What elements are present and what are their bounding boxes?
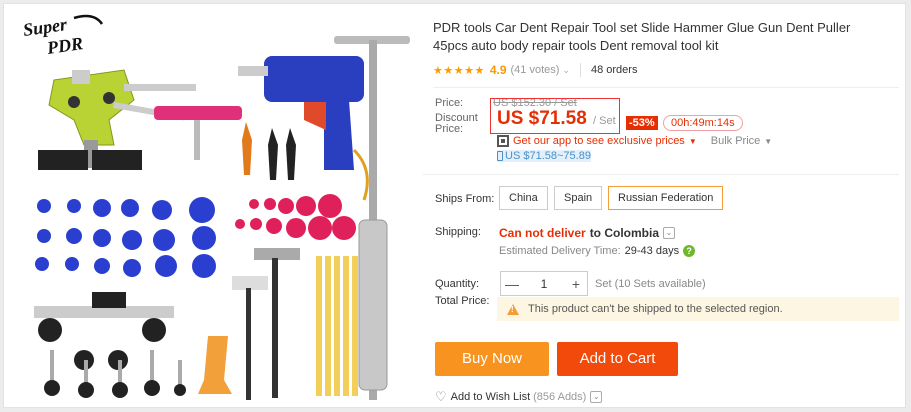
shipping-warning-text: This product can't be shipped to the sel… [528,303,783,315]
price-block: Price: US $152.30 / Set Discount Price: … [433,87,899,165]
warning-icon [507,303,519,315]
product-image[interactable]: Super PDR [14,10,412,406]
product-title: PDR tools Car Dent Repair Tool set Slide… [433,20,851,53]
blue-glue-tabs [35,197,216,278]
destination-country[interactable]: to Colombia [590,226,659,240]
add-to-wishlist-link[interactable]: Add to Wish List [451,391,530,403]
price-label: Price: [435,97,464,109]
ship-from-option-china[interactable]: China [499,186,548,210]
ship-from-option-spain[interactable]: Spain [554,186,603,210]
shipping-status: Can not deliver to Colombia ⌄ [499,226,676,240]
discount-badge: -53% [626,116,658,130]
quantity-decrease-button[interactable]: — [501,276,523,292]
quantity-label: Quantity: [435,278,480,290]
ships-from-label: Ships From: [435,193,495,205]
product-info: PDR tools Car Dent Repair Tool set Slide… [423,19,899,404]
votes-link[interactable]: (41 votes) [511,64,560,76]
shipping-warning: This product can't be shipped to the sel… [497,297,899,321]
estimated-delivery: Estimated Delivery Time: 29-43 days ? [499,245,696,257]
brand-logo: Super PDR [22,14,104,58]
tap-down-tips [242,122,296,180]
estimated-delivery-label: Estimated Delivery Time: [499,245,621,257]
app-price-range-text: US $71.58~75.89 [505,150,591,162]
rating-value: 4.9 [489,63,507,77]
countdown-timer: 00h:49m:14s [663,115,743,131]
orders-count: 48 orders [590,64,638,76]
wishlist-count: (856 Adds) [533,391,587,403]
shipping-section: Ships From: China Spain Russian Federati… [423,174,899,296]
star-rating-icon: ★★★★★ [433,64,485,77]
t-handle-puller [154,106,242,160]
buy-now-button[interactable]: Buy Now [435,342,549,376]
cannot-deliver-text: Can not deliver [499,226,586,240]
caret-down-icon[interactable]: ▼ [764,137,772,146]
app-price-range: US $71.58~75.89 [497,150,591,162]
price-unit: / Set [593,115,616,127]
chevron-down-icon[interactable]: ⌄ [590,391,603,403]
svg-text:PDR: PDR [45,33,84,58]
estimated-delivery-days: 29-43 days [624,245,680,257]
glue-sticks [316,256,358,396]
caret-down-icon[interactable]: ▼ [689,137,697,146]
total-price-label: Total Price: [435,295,490,307]
discount-label-line2: Price: [435,123,464,135]
chevron-down-icon[interactable]: ⌄ [562,65,570,76]
quantity-stepper: — 1 + [500,271,588,296]
quantity-input[interactable]: 1 [523,277,565,291]
plastic-scraper [198,336,232,394]
heart-icon[interactable]: ♡ [435,389,447,405]
pink-glue-tabs [235,194,356,240]
qr-code-icon [497,135,509,147]
tool-kit-illustration: Super PDR [22,14,410,400]
quantity-availability: Set (10 Sets available) [595,278,706,290]
ship-from-option-russian-federation[interactable]: Russian Federation [608,186,724,210]
product-detail-frame: Super PDR PDR tools Car Dent Repair Tool… [3,3,906,408]
help-icon[interactable]: ? [683,245,696,257]
quantity-increase-button[interactable]: + [565,276,587,292]
glue-gun [238,56,369,201]
add-to-cart-button[interactable]: Add to Cart [557,342,678,376]
rating-row: ★★★★★ 4.9 (41 votes) ⌄ 48 orders [433,61,899,79]
app-promo: Get our app to see exclusive prices ▼ Bu… [497,135,772,147]
current-price: US $71.58 [497,108,587,129]
wishlist: ♡ Add to Wish List (856 Adds) ⌄ [435,389,603,405]
phone-icon [497,151,503,161]
bulk-price-link[interactable]: Bulk Price [711,135,761,147]
tap-down-hammers [232,248,300,400]
divider [579,63,581,77]
app-promo-link[interactable]: Get our app to see exclusive prices [513,135,685,147]
chevron-down-icon[interactable]: ⌄ [663,227,676,239]
shipping-label: Shipping: [435,226,481,238]
